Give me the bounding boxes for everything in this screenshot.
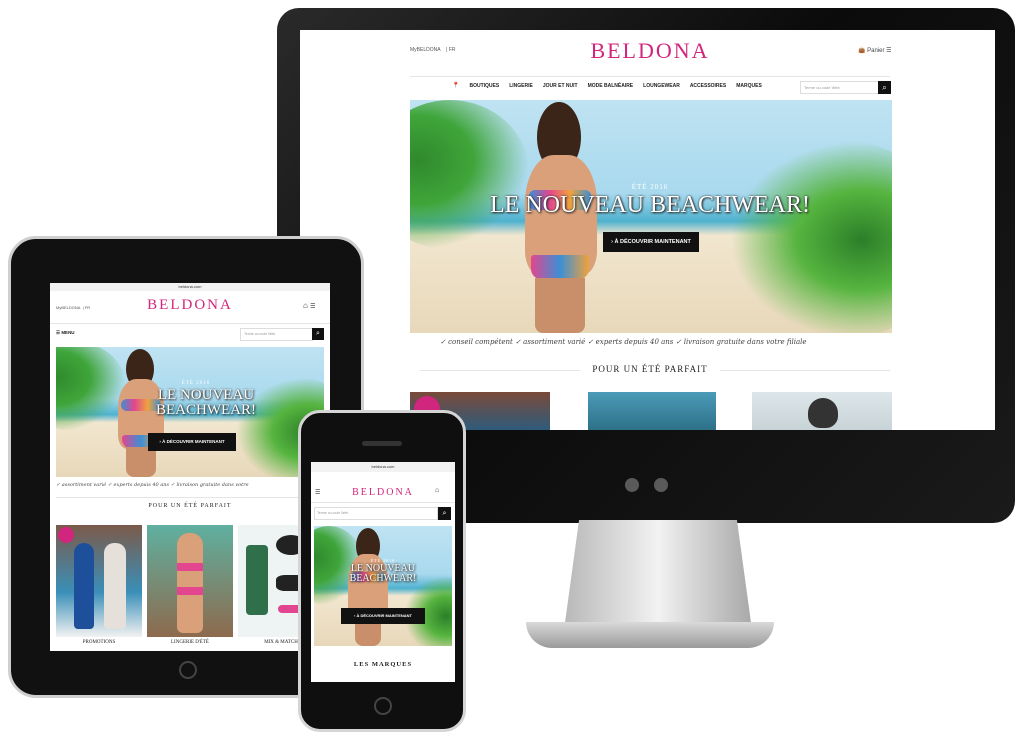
- nav-item-jour-et-nuit[interactable]: JOUR ET NUIT: [543, 83, 578, 89]
- bikini-bottom: [177, 587, 203, 595]
- monitor-stand: [564, 520, 752, 630]
- nav-item-loungewear[interactable]: LOUNGEWEAR: [643, 83, 680, 89]
- search-button[interactable]: ⌕: [438, 507, 451, 520]
- header-divider: [311, 502, 455, 503]
- hamburger-icon: ☰: [56, 330, 61, 335]
- search-input[interactable]: Terme ou code Web: [314, 507, 438, 520]
- product-tile[interactable]: [588, 392, 716, 430]
- search-input[interactable]: Terme ou code Web: [240, 328, 313, 341]
- section-divider: [56, 497, 324, 498]
- hamburger-icon[interactable]: ☰: [315, 489, 320, 496]
- tablet-home-button: [179, 661, 197, 679]
- header-divider: [50, 323, 330, 324]
- section-title: LES MARQUES: [353, 661, 413, 668]
- hero-banner[interactable]: ÉTÉ 2016 LE NOUVEAU BEACHWEAR! › À DÉCOU…: [314, 526, 452, 646]
- monitor-indicator: [654, 478, 668, 492]
- hero-title-line: LE NOUVEAU: [157, 387, 255, 403]
- hero-title: LE NOUVEAU BEACHWEAR!: [116, 388, 296, 418]
- hero-model: [340, 526, 396, 646]
- monitor-base: [526, 622, 774, 648]
- nav-item-accessoires[interactable]: ACCESSOIRES: [690, 83, 726, 89]
- product-tile[interactable]: [56, 525, 142, 637]
- phone-speaker: [362, 441, 402, 446]
- dress-product: [246, 545, 268, 615]
- benefits-bar: ✓ conseil compétent ✓ assortiment varié …: [440, 338, 807, 346]
- hero-title: LE NOUVEAU BEACHWEAR!: [490, 192, 810, 218]
- bag-icon: ⌂: [303, 301, 308, 310]
- hero-cta-button[interactable]: › À DÉCOUVRIR MAINTENANT: [148, 433, 236, 451]
- hero-title-line: BEACHWEAR!: [349, 573, 417, 584]
- nav-item-boutiques[interactable]: BOUTIQUES: [469, 83, 499, 89]
- hero-subtitle: ÉTÉ 2016: [181, 381, 211, 386]
- tile-label[interactable]: LINGERIE D'ÉTÉ: [147, 640, 233, 645]
- bikini-product: [808, 398, 838, 428]
- phone-home-button: [374, 697, 392, 715]
- product-tile[interactable]: [147, 525, 233, 637]
- hero-subtitle: ÉTÉ 2016: [631, 183, 669, 191]
- cart-link[interactable]: ⌂ ☰: [303, 301, 315, 310]
- map-pin-icon: 📍: [452, 83, 460, 89]
- hero-cta-button[interactable]: › À DÉCOUVRIR MAINTENANT: [603, 232, 699, 252]
- tablet-screen: beldona.com MyBELDONA | FR BELDONA ⌂ ☰ ☰…: [50, 283, 330, 651]
- product-tile[interactable]: [752, 392, 892, 430]
- model-figure: [74, 543, 94, 629]
- search-icon: ⌕: [882, 83, 887, 92]
- tile-label[interactable]: PROMOTIONS: [56, 640, 142, 645]
- menu-icon: ☰: [310, 304, 316, 310]
- promo-badge: [58, 527, 74, 543]
- hero-title-line: BEACHWEAR!: [156, 402, 256, 418]
- hero-banner[interactable]: ÉTÉ 2016 LE NOUVEAU BEACHWEAR! › À DÉCOU…: [56, 347, 324, 477]
- model-figure: [177, 533, 203, 633]
- phone-screen: beldona.com ☰ BELDONA ⌂ Terme ou code We…: [311, 462, 455, 682]
- section-divider: [420, 370, 580, 371]
- search-input[interactable]: Terme ou code Web: [800, 81, 879, 94]
- hero-banner[interactable]: ÉTÉ 2016 LE NOUVEAU BEACHWEAR! › À DÉCOU…: [410, 100, 892, 333]
- bikini-top: [177, 563, 203, 571]
- section-title: POUR UN ÉTÉ PARFAIT: [592, 364, 708, 374]
- hero-title: LE NOUVEAU BEACHWEAR!: [324, 564, 442, 584]
- account-link[interactable]: MyBELDONA | FR: [56, 305, 90, 310]
- search-icon: ⌕: [442, 510, 447, 517]
- nav-item-mode-balneaire[interactable]: MODE BALNÉAIRE: [588, 83, 634, 89]
- url-bar[interactable]: beldona.com: [50, 283, 330, 291]
- brand-logo[interactable]: BELDONA: [341, 487, 425, 498]
- brand-logo[interactable]: BELDONA: [530, 38, 770, 64]
- benefits-bar: ✓ assortiment varié ✓ experts depuis 40 …: [56, 482, 249, 488]
- section-divider: [720, 370, 890, 371]
- menu-icon: ☰: [886, 48, 892, 54]
- palm-right: [730, 140, 892, 333]
- search-button[interactable]: ⌕: [878, 81, 891, 94]
- account-link[interactable]: MyBELDONA | FR: [410, 47, 455, 53]
- nav-item-lingerie[interactable]: LINGERIE: [509, 83, 533, 89]
- cart-icon[interactable]: ⌂: [435, 487, 439, 494]
- bag-icon: 👜: [858, 48, 866, 54]
- url-bar[interactable]: beldona.com: [311, 462, 455, 472]
- hero-cta-button[interactable]: › À DÉCOUVRIR MAINTENANT: [341, 608, 425, 624]
- nav-item-marques[interactable]: MARQUES: [736, 83, 762, 89]
- section-title: POUR UN ÉTÉ PARFAIT: [148, 503, 232, 509]
- desktop-screen: MyBELDONA | FR BELDONA 👜 Panier ☰ 📍 BOUT…: [300, 30, 995, 430]
- cart-link[interactable]: 👜 Panier ☰: [858, 47, 892, 54]
- monitor-indicator: [625, 478, 639, 492]
- model-figure: [104, 543, 126, 629]
- menu-button[interactable]: ☰ MENU: [56, 330, 75, 336]
- search-button[interactable]: ⌕: [312, 328, 324, 340]
- header-divider: [410, 76, 890, 77]
- main-nav: 📍 BOUTIQUES LINGERIE JOUR ET NUIT MODE B…: [452, 82, 762, 90]
- search-icon: ⌕: [316, 330, 320, 337]
- brand-logo[interactable]: BELDONA: [130, 297, 250, 314]
